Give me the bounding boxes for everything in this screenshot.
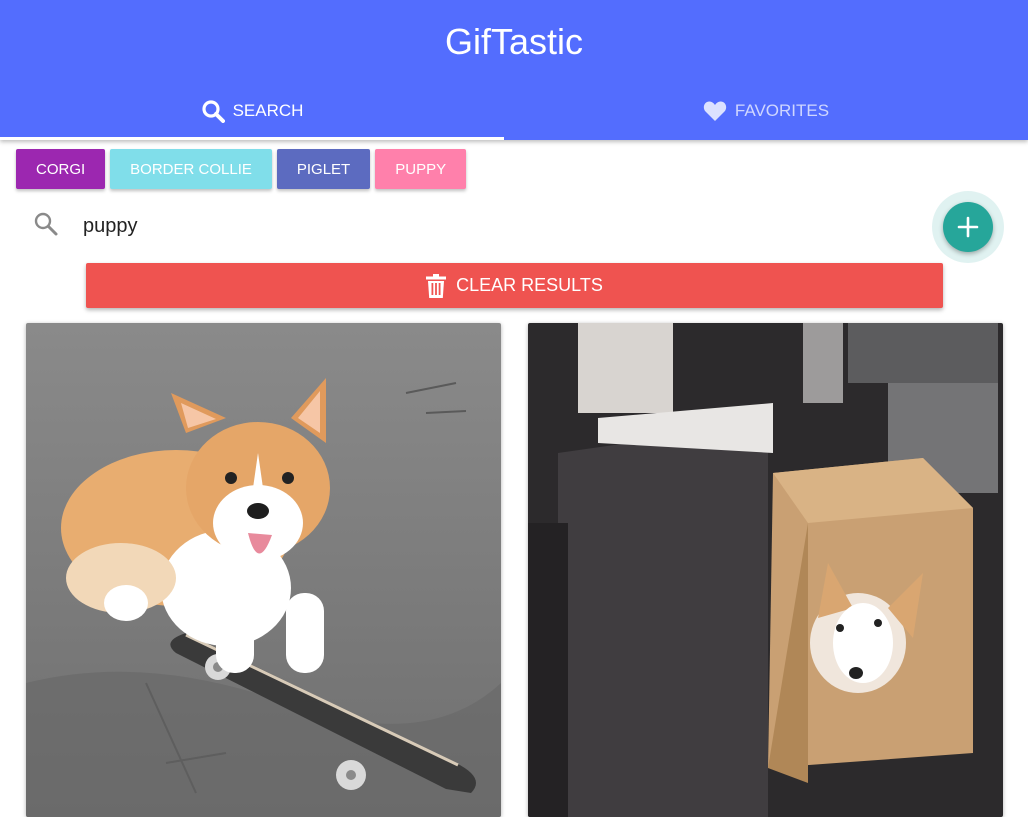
chip-border-collie[interactable]: Border Collie [110,149,272,189]
category-chips: Corgi Border Collie Piglet Puppy [16,149,467,189]
plus-icon [957,216,979,238]
heart-icon [703,100,727,122]
tab-favorites-label: Favorites [734,101,830,120]
app-title: GifTastic [444,21,584,62]
chip-corgi[interactable]: Corgi [16,149,106,189]
search-input[interactable] [83,209,903,243]
chip-piglet[interactable]: Piglet [276,149,371,189]
add-button[interactable] [943,202,993,252]
chip-puppy[interactable]: Puppy [375,149,467,189]
gif-card[interactable] [26,323,501,817]
gif-card[interactable] [528,323,1003,817]
tab-favorites[interactable]: Favorites [514,84,1018,138]
tab-search-label: Search [232,101,304,120]
search-icon [33,211,59,237]
trash-icon [426,273,447,298]
corgi-skateboard-image [26,323,501,817]
tab-search[interactable]: Search [0,84,504,138]
search-icon [201,99,225,123]
app-header: GifTastic Search Favorites [0,0,1028,140]
active-tab-indicator [0,137,504,140]
corgi-box-image [528,323,1003,817]
clear-results-button[interactable]: Clear Results [86,263,943,308]
clear-results-label: Clear Results [456,275,603,295]
